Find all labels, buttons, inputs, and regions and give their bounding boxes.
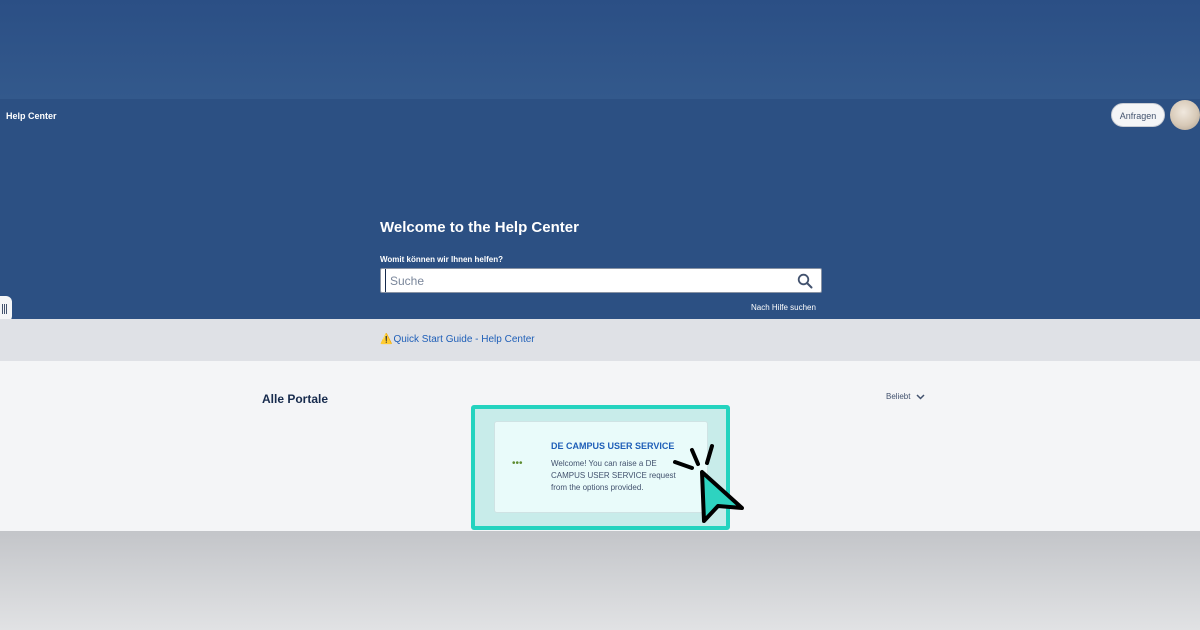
requests-button[interactable]: Anfragen bbox=[1111, 103, 1165, 127]
search-icon[interactable] bbox=[797, 273, 813, 289]
avatar[interactable] bbox=[1170, 100, 1200, 130]
help-center-hero: Help Center Anfragen Welcome to the Help… bbox=[0, 99, 1200, 322]
quick-start-link-label: Quick Start Guide - Help Center bbox=[393, 334, 535, 345]
search-label: Womit können wir Ihnen helfen? bbox=[380, 255, 503, 264]
chevron-down-icon bbox=[916, 393, 925, 400]
portals-section: Alle Portale Beliebt ••• DE CAMPUS USER … bbox=[0, 361, 1200, 531]
sort-dropdown[interactable]: Beliebt bbox=[886, 392, 925, 401]
announcement-bar: ⚠️Quick Start Guide - Help Center bbox=[0, 319, 1200, 361]
click-cursor-icon bbox=[673, 444, 744, 523]
warning-icon: ⚠️ bbox=[380, 334, 393, 345]
quick-start-link[interactable]: ⚠️Quick Start Guide - Help Center bbox=[380, 334, 535, 345]
brand-title[interactable]: Help Center bbox=[6, 111, 57, 121]
portal-name[interactable]: DE CAMPUS USER SERVICE bbox=[551, 441, 674, 451]
portal-icon: ••• bbox=[512, 458, 523, 469]
portal-description: Welcome! You can raise a DE CAMPUS USER … bbox=[551, 459, 676, 492]
bottom-banner bbox=[0, 531, 1200, 630]
top-banner bbox=[0, 0, 1200, 99]
search-input[interactable] bbox=[385, 269, 794, 292]
portals-heading: Alle Portale bbox=[262, 392, 329, 406]
search-box[interactable] bbox=[380, 268, 822, 293]
page-title: Welcome to the Help Center bbox=[380, 219, 579, 236]
sort-label: Beliebt bbox=[886, 392, 911, 401]
search-help-link[interactable]: Nach Hilfe suchen bbox=[751, 303, 816, 312]
